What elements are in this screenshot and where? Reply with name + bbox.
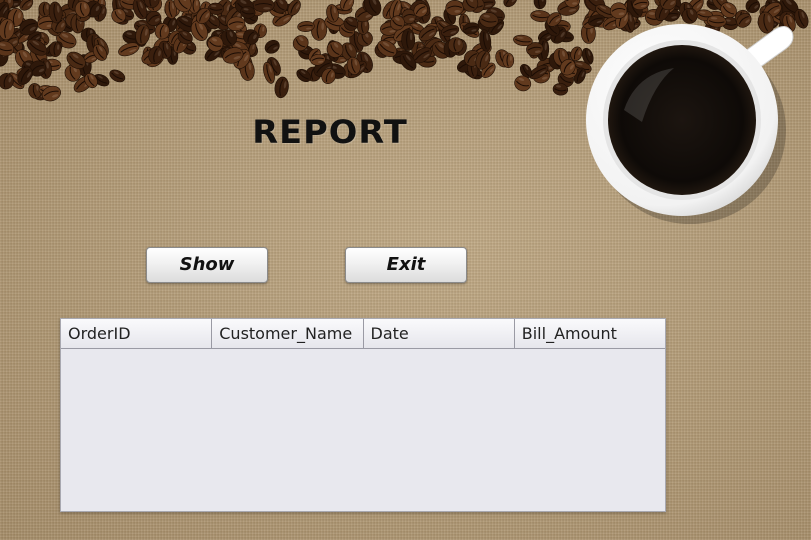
- page-title: REPORT: [252, 113, 408, 151]
- table-body[interactable]: [61, 349, 665, 511]
- column-header-date[interactable]: Date: [364, 319, 515, 348]
- table-header: OrderID Customer_Name Date Bill_Amount: [61, 319, 665, 349]
- coffee-cup-icon: [586, 24, 794, 224]
- exit-button[interactable]: Exit: [345, 247, 467, 283]
- report-table[interactable]: OrderID Customer_Name Date Bill_Amount: [60, 318, 666, 512]
- column-header-orderid[interactable]: OrderID: [61, 319, 213, 348]
- column-header-bill-amount[interactable]: Bill_Amount: [515, 319, 665, 348]
- show-button[interactable]: Show: [146, 247, 268, 283]
- column-header-customer-name[interactable]: Customer_Name: [212, 319, 364, 348]
